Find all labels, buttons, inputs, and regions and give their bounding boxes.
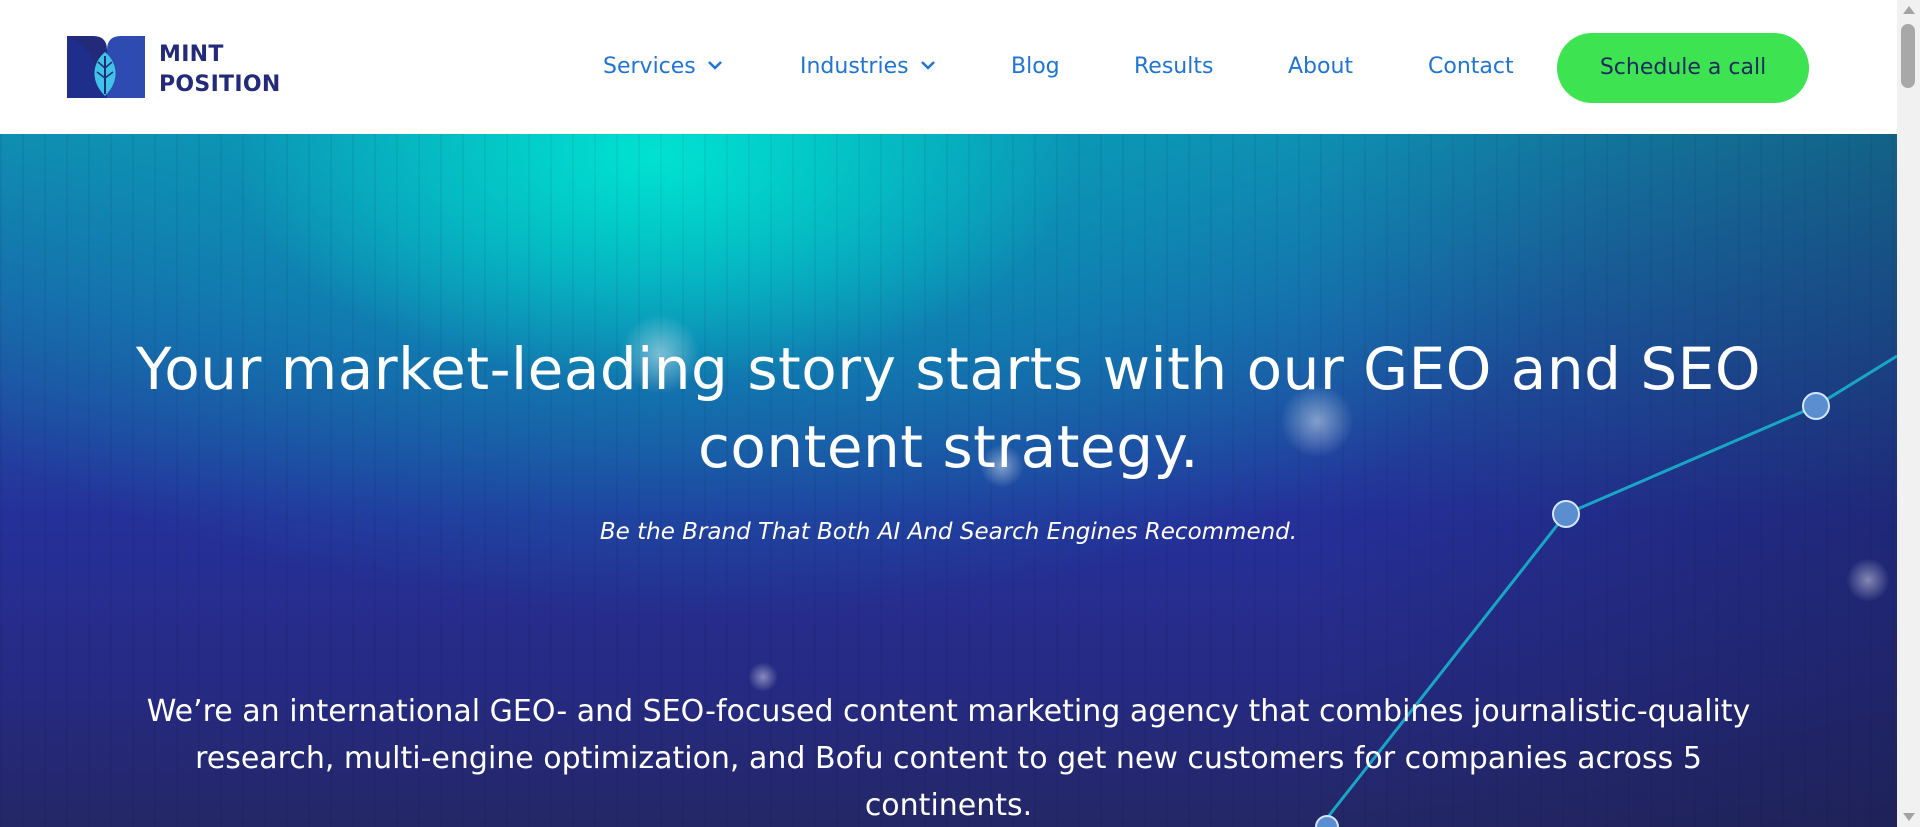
nav-item-blog[interactable]: Blog <box>1011 52 1060 82</box>
brand-logo[interactable]: MINT POSITION <box>63 34 303 102</box>
nav-item-industries[interactable]: Industries <box>800 52 937 82</box>
hero-tagline: Be the Brand That Both AI And Search Eng… <box>599 519 1298 545</box>
brand-name-line1: MINT <box>159 42 224 67</box>
chart-node <box>1802 392 1830 420</box>
nav-item-label: Blog <box>1011 54 1060 79</box>
brand-wordmark: MINT POSITION <box>159 40 281 100</box>
chevron-down-icon <box>707 61 722 70</box>
nav-item-results[interactable]: Results <box>1134 52 1213 82</box>
hero-headline: Your market-leading story starts with ou… <box>136 335 1761 481</box>
nav-item-contact[interactable]: Contact <box>1428 52 1514 82</box>
nav-item-services[interactable]: Services <box>603 52 724 82</box>
leaf-logo-icon <box>67 36 145 98</box>
nav-item-label: About <box>1288 54 1354 79</box>
scroll-up-arrow-icon[interactable] <box>1903 6 1915 14</box>
nav-item-label: Industries <box>800 54 909 79</box>
chevron-down-icon <box>920 61 935 70</box>
scrollbar-thumb[interactable] <box>1901 24 1915 88</box>
hero-intro: We’re an international GEO- and SEO-focu… <box>146 694 1751 823</box>
site-header: MINT POSITION Services Industries Blog R… <box>0 0 1897 134</box>
nav-item-about[interactable]: About <box>1288 52 1353 82</box>
nav-item-label: Contact <box>1428 54 1514 79</box>
nav-item-label: Services <box>603 54 696 79</box>
schedule-call-button[interactable]: Schedule a call <box>1557 33 1809 103</box>
page-scrollbar[interactable] <box>1897 0 1920 827</box>
scroll-down-arrow-icon[interactable] <box>1903 813 1915 821</box>
hero-section: Your market-leading story starts with ou… <box>0 134 1897 827</box>
nav-item-label: Results <box>1134 54 1214 79</box>
brand-name-line2: POSITION <box>159 72 281 97</box>
